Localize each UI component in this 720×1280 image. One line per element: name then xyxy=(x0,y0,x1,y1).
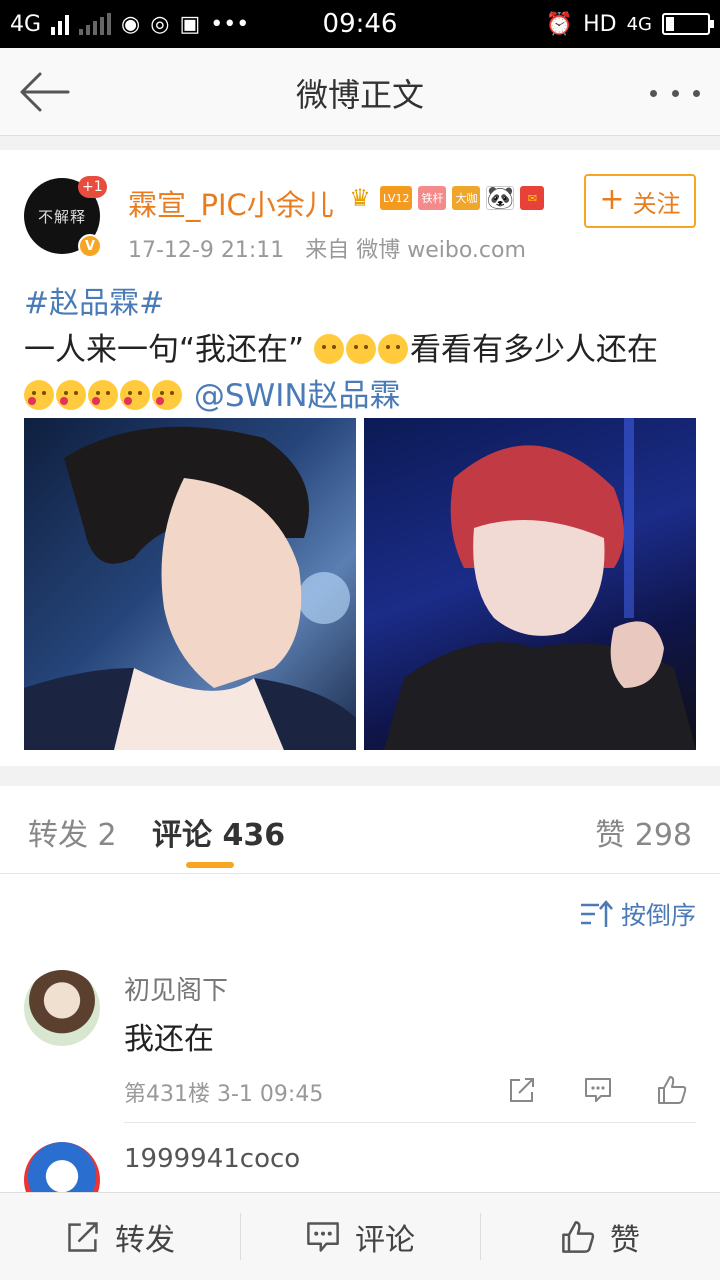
repost-button[interactable]: 转发 xyxy=(0,1193,240,1280)
user-badges: ♛ LV12 铁杆 大咖 🐼 ✉ xyxy=(346,184,545,212)
page-title: 微博正文 xyxy=(295,76,424,114)
comment-author[interactable]: 1999941coco xyxy=(124,1144,300,1174)
comment-divider xyxy=(124,1122,696,1123)
fan-badge[interactable]: 铁杆 xyxy=(418,186,447,210)
nav-bar: 微博正文 xyxy=(0,48,720,136)
like-button[interactable]: 赞 xyxy=(480,1193,720,1280)
signal-bars-icon xyxy=(51,13,70,35)
crown-badge-icon[interactable]: ♛ xyxy=(346,184,374,212)
battery-icon xyxy=(662,13,714,35)
notification-badge: +1 xyxy=(78,176,107,198)
follow-button[interactable]: + 关注 xyxy=(584,174,696,228)
post-hashtag[interactable]: #赵品霖# xyxy=(24,278,164,322)
comment-like-icon[interactable] xyxy=(656,1074,688,1106)
weibo-icon: ◉ xyxy=(121,11,141,37)
sort-label: 按倒序 xyxy=(620,901,696,930)
status-right: ⏰ HD 4G xyxy=(545,0,714,48)
post-meta: 17-12-9 21:11 来自 微博 weibo.com xyxy=(128,232,526,264)
comment-icon xyxy=(307,1221,339,1252)
like-label: 赞 xyxy=(610,1222,640,1258)
post-text-tail: 看看有多少人还在 xyxy=(409,332,658,368)
follow-label: 关注 xyxy=(632,189,681,218)
plus-icon: + xyxy=(599,181,625,217)
comment-text: 我还在 xyxy=(124,1022,214,1057)
portrait-photo-2 xyxy=(384,418,696,750)
laughing-emoji-icon xyxy=(345,334,376,364)
comment-button[interactable]: 评论 xyxy=(240,1193,480,1280)
tab-comments[interactable]: 评论 436 xyxy=(152,810,285,854)
kiss-emoji-icon xyxy=(152,380,182,410)
vip-badge[interactable]: 大咖 xyxy=(452,186,481,210)
red-envelope-badge-icon[interactable]: ✉ xyxy=(520,186,545,210)
tab-reposts[interactable]: 转发 2 xyxy=(28,810,117,854)
panda-badge-icon[interactable]: 🐼 xyxy=(486,186,515,211)
verified-icon: V xyxy=(78,234,102,258)
more-notifications-icon: ••• xyxy=(210,11,250,37)
laughing-emoji-icon xyxy=(313,334,344,364)
kiss-emoji-icon xyxy=(24,380,54,410)
comment-label: 评论 xyxy=(355,1222,415,1258)
like-icon xyxy=(562,1220,595,1253)
status-left: 4G ◉ ◎ ▣ ••• xyxy=(10,0,249,48)
active-tab-indicator xyxy=(186,862,234,868)
comment-meta: 第431楼 3-1 09:45 xyxy=(124,1082,324,1107)
repost-icon xyxy=(68,1221,98,1252)
post-image-2[interactable] xyxy=(364,418,696,750)
author-name[interactable]: 霖宣_PIC小余儿 xyxy=(128,182,334,224)
bottom-action-bar: 转发 评论 赞 xyxy=(0,1192,720,1280)
alarm-icon: ⏰ xyxy=(545,11,574,37)
post-text-line1: 一人来一句“我还在” 看看有多少人还在 xyxy=(24,324,658,369)
comment-avatar[interactable] xyxy=(24,970,100,1046)
level-badge[interactable]: LV12 xyxy=(380,186,413,210)
network-right-label: 4G xyxy=(626,13,652,35)
comment-reply-icon[interactable] xyxy=(582,1074,614,1106)
post-card: 不解释 +1 V 霖宣_PIC小余儿 ♛ LV12 铁杆 大咖 🐼 ✉ 17-1… xyxy=(0,150,720,766)
laughing-emoji-icon xyxy=(377,334,408,364)
post-text-main: 一人来一句“我还在” xyxy=(24,332,305,368)
repost-label: 转发 xyxy=(115,1222,175,1258)
post-image-1[interactable] xyxy=(24,418,356,750)
tab-likes[interactable]: 赞 298 xyxy=(595,810,692,854)
comment-avatar[interactable] xyxy=(24,1142,100,1194)
comment-author[interactable]: 初见阁下 xyxy=(124,970,228,1007)
post-mention[interactable]: @SWIN赵品霖 xyxy=(194,378,401,414)
post-source: 来自 微博 weibo.com xyxy=(305,238,526,263)
comment-repost-icon[interactable] xyxy=(506,1074,538,1106)
post-text-line2: @SWIN赵品霖 xyxy=(24,370,401,415)
signal-bars-secondary-icon xyxy=(79,13,112,35)
portrait-photo-1 xyxy=(24,426,356,750)
more-options-button[interactable] xyxy=(650,78,700,108)
kiss-emoji-icon xyxy=(120,380,150,410)
status-bar: 4G ◉ ◎ ▣ ••• 09:46 ⏰ HD 4G xyxy=(0,0,720,48)
post-timestamp: 17-12-9 21:11 xyxy=(128,238,285,263)
wechat-icon: ◎ xyxy=(150,11,170,37)
network-label: 4G xyxy=(10,11,42,37)
payment-app-icon: ▣ xyxy=(179,11,201,37)
comments-list: 按倒序 初见阁下 我还在 第431楼 3-1 09:45 1999941coco xyxy=(0,874,720,1194)
interaction-tabs: 转发 2 评论 436 赞 298 xyxy=(0,786,720,874)
sort-icon xyxy=(580,900,613,927)
hd-label: HD xyxy=(583,11,617,37)
sort-toggle-button[interactable]: 按倒序 xyxy=(579,896,696,932)
kiss-emoji-icon xyxy=(88,380,118,410)
kiss-emoji-icon xyxy=(56,380,86,410)
